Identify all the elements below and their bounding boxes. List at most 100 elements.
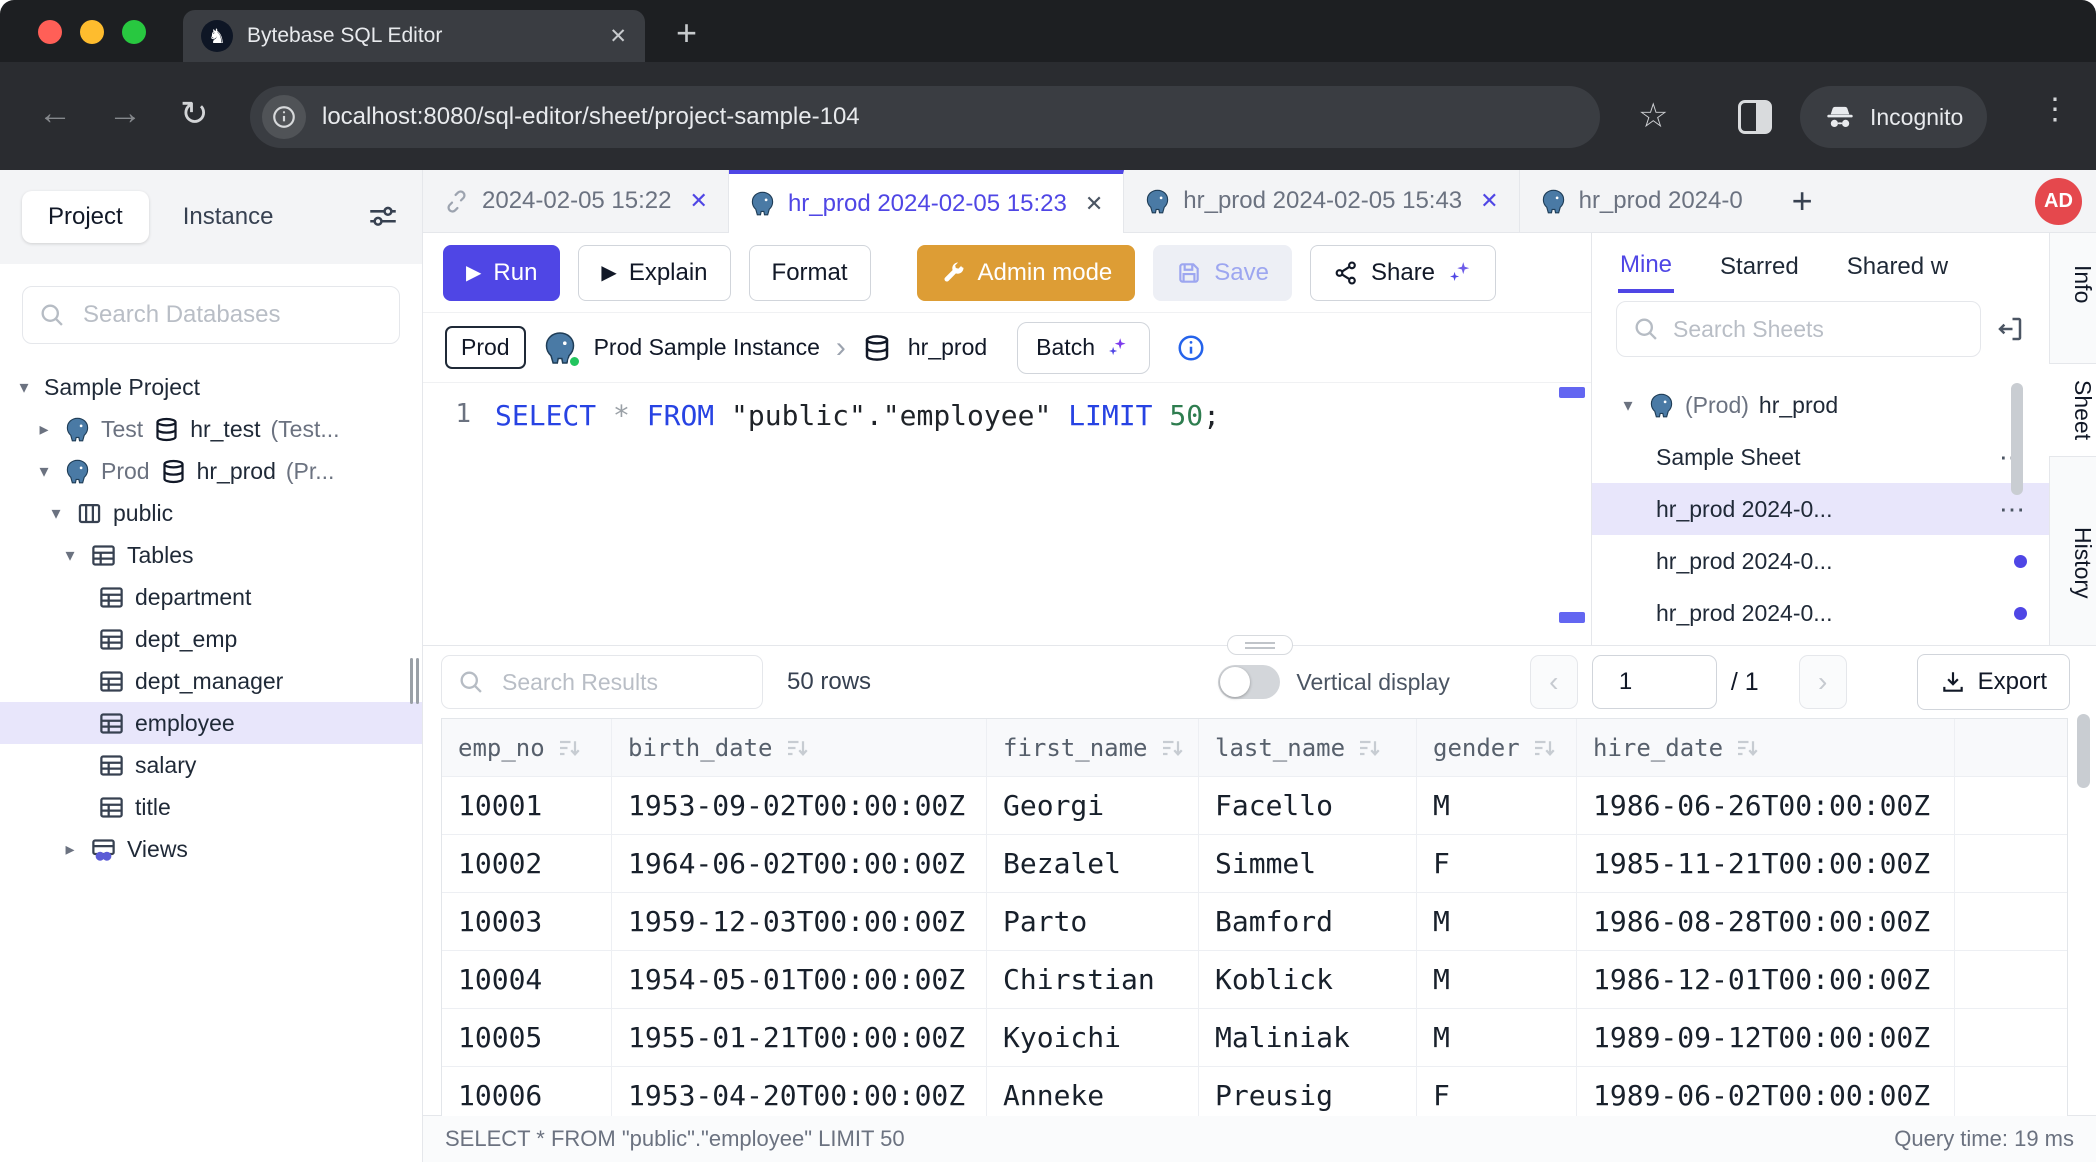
bookmark-star-icon[interactable]: ☆ <box>1638 96 1668 136</box>
editor-tab-2[interactable]: hr_prod 2024-02-05 15:23✕ <box>729 170 1124 233</box>
close-tab-icon[interactable]: ✕ <box>609 24 627 49</box>
browser-menu-icon[interactable]: ⋮ <box>2040 92 2072 127</box>
close-tab-icon[interactable]: ✕ <box>1480 188 1498 214</box>
tree-node-table-title[interactable]: title <box>0 786 422 828</box>
back-icon[interactable]: ← <box>38 94 72 133</box>
batch-mode-button[interactable]: Batch <box>1017 322 1150 374</box>
user-avatar[interactable]: AD <box>2035 178 2082 225</box>
sheet-group[interactable]: ▾ (Prod) hr_prod <box>1592 379 2049 431</box>
chevron-down-icon[interactable]: ▾ <box>60 545 80 566</box>
column-header-first_name[interactable]: first_name <box>987 719 1199 776</box>
side-panel-icon[interactable] <box>1738 100 1772 134</box>
sheet-item-4[interactable]: hr_prod 2024-0... <box>1592 587 2049 639</box>
chevron-right-icon[interactable]: ▸ <box>60 839 80 860</box>
collapse-panel-icon[interactable] <box>1995 314 2025 344</box>
tree-node-table-employee[interactable]: employee <box>0 702 422 744</box>
tree-node-db-prod[interactable]: ▾ Prod hr_prod (Pr... <box>0 450 422 492</box>
sort-icon[interactable] <box>557 736 581 760</box>
format-button[interactable]: Format <box>749 245 871 301</box>
tree-node-table-salary[interactable]: salary <box>0 744 422 786</box>
editor-tab-3[interactable]: hr_prod 2024-02-05 15:43✕ <box>1124 170 1519 232</box>
sort-icon[interactable] <box>1357 736 1381 760</box>
sidebar-resize-handle[interactable] <box>410 658 420 704</box>
explain-button[interactable]: ▶ Explain <box>578 245 730 301</box>
search-sheets-input[interactable] <box>1616 301 1981 357</box>
unlink-icon <box>443 188 470 215</box>
sheet-scrollbar[interactable] <box>2011 383 2023 495</box>
tab-instance[interactable]: Instance <box>157 191 300 243</box>
tree-node-tables[interactable]: ▾ Tables <box>0 534 422 576</box>
tree-node-table-dept_emp[interactable]: dept_emp <box>0 618 422 660</box>
save-button[interactable]: Save <box>1153 245 1292 301</box>
sheet-tab-mine[interactable]: Mine <box>1618 237 1674 293</box>
site-info-icon[interactable] <box>262 95 306 139</box>
sort-icon[interactable] <box>1532 736 1556 760</box>
tree-node-project[interactable]: ▾ Sample Project <box>0 366 422 408</box>
maximize-window-button[interactable] <box>122 20 146 44</box>
column-header-gender[interactable]: gender <box>1417 719 1577 776</box>
chevron-down-icon[interactable]: ▾ <box>46 503 66 524</box>
run-button[interactable]: ▶ Run <box>443 245 560 301</box>
table-row-2[interactable]: 100021964-06-02T00:00:00ZBezalelSimmelF1… <box>442 835 2067 893</box>
chevron-right-icon[interactable]: ▸ <box>34 419 54 440</box>
sort-icon[interactable] <box>1735 736 1759 760</box>
column-header-last_name[interactable]: last_name <box>1199 719 1417 776</box>
sort-icon[interactable] <box>1160 736 1184 760</box>
table-row-6[interactable]: 100061953-04-20T00:00:00ZAnnekePreusigF1… <box>442 1067 2067 1116</box>
tab-project[interactable]: Project <box>22 191 149 243</box>
forward-icon[interactable]: → <box>108 94 142 133</box>
sheet-tab-shared-w[interactable]: Shared w <box>1845 239 1950 291</box>
reload-icon[interactable]: ↻ <box>180 94 209 134</box>
table-row-5[interactable]: 100051955-01-21T00:00:00ZKyoichiMaliniak… <box>442 1009 2067 1067</box>
side-tab-sheet[interactable]: Sheet <box>2049 363 2096 457</box>
prev-page-button[interactable]: ‹ <box>1530 655 1578 709</box>
page-number-input[interactable] <box>1592 655 1717 709</box>
table-row-3[interactable]: 100031959-12-03T00:00:00ZPartoBamfordM19… <box>442 893 2067 951</box>
chevron-down-icon[interactable]: ▾ <box>14 377 34 398</box>
address-bar[interactable]: localhost:8080/sql-editor/sheet/project-… <box>250 86 1600 148</box>
search-databases-input[interactable] <box>22 286 400 344</box>
admin-mode-button[interactable]: Admin mode <box>917 245 1136 301</box>
sheet-item-2[interactable]: hr_prod 2024-0...⋯ <box>1592 483 2049 535</box>
tree-node-views[interactable]: ▸ Views <box>0 828 422 870</box>
sort-icon[interactable] <box>785 736 809 760</box>
chevron-down-icon[interactable]: ▾ <box>1618 395 1638 416</box>
database-name[interactable]: hr_prod <box>908 334 987 361</box>
column-header-emp_no[interactable]: emp_no <box>442 719 612 776</box>
table-row-1[interactable]: 100011953-09-02T00:00:00ZGeorgiFacelloM1… <box>442 777 2067 835</box>
side-tab-info[interactable]: Info <box>2049 249 2096 319</box>
panel-resize-handle[interactable] <box>1227 635 1293 655</box>
minimize-window-button[interactable] <box>80 20 104 44</box>
search-results-input[interactable] <box>441 655 763 709</box>
side-tab-history[interactable]: History <box>2049 511 2096 615</box>
tree-node-table-dept_manager[interactable]: dept_manager <box>0 660 422 702</box>
share-button[interactable]: Share <box>1310 245 1496 301</box>
item-menu-icon[interactable]: ⋯ <box>1999 494 2027 525</box>
vertical-display-toggle[interactable] <box>1218 665 1280 699</box>
sheet-item-3[interactable]: hr_prod 2024-0... <box>1592 535 2049 587</box>
next-page-button[interactable]: › <box>1799 655 1847 709</box>
sheet-tab-starred[interactable]: Starred <box>1718 239 1801 291</box>
results-scrollbar[interactable] <box>2077 714 2090 788</box>
close-tab-icon[interactable]: ✕ <box>1085 191 1103 217</box>
close-tab-icon[interactable]: ✕ <box>690 188 708 214</box>
new-sheet-tab-button[interactable]: + <box>1778 180 1827 222</box>
sheet-item-1[interactable]: Sample Sheet⋯ <box>1592 431 2049 483</box>
editor-tab-4[interactable]: hr_prod 2024-0 <box>1520 170 1778 232</box>
sql-code-editor[interactable]: 1 SELECT * FROM "public"."employee" LIMI… <box>423 383 1591 645</box>
tree-node-table-department[interactable]: department <box>0 576 422 618</box>
editor-tab-1[interactable]: 2024-02-05 15:22✕ <box>423 170 729 232</box>
close-window-button[interactable] <box>38 20 62 44</box>
browser-tab[interactable]: ♞ Bytebase SQL Editor ✕ <box>183 10 645 62</box>
instance-name[interactable]: Prod Sample Instance <box>594 334 820 361</box>
tree-node-schema[interactable]: ▾ public <box>0 492 422 534</box>
export-button[interactable]: Export <box>1917 654 2070 710</box>
table-row-4[interactable]: 100041954-05-01T00:00:00ZChirstianKoblic… <box>442 951 2067 1009</box>
info-icon[interactable] <box>1176 333 1206 363</box>
tree-node-db-test[interactable]: ▸ Test hr_test (Test... <box>0 408 422 450</box>
chevron-down-icon[interactable]: ▾ <box>34 461 54 482</box>
column-header-hire_date[interactable]: hire_date <box>1577 719 1955 776</box>
column-header-birth_date[interactable]: birth_date <box>612 719 987 776</box>
filter-settings-icon[interactable] <box>366 200 400 234</box>
new-tab-button[interactable]: + <box>676 12 697 54</box>
